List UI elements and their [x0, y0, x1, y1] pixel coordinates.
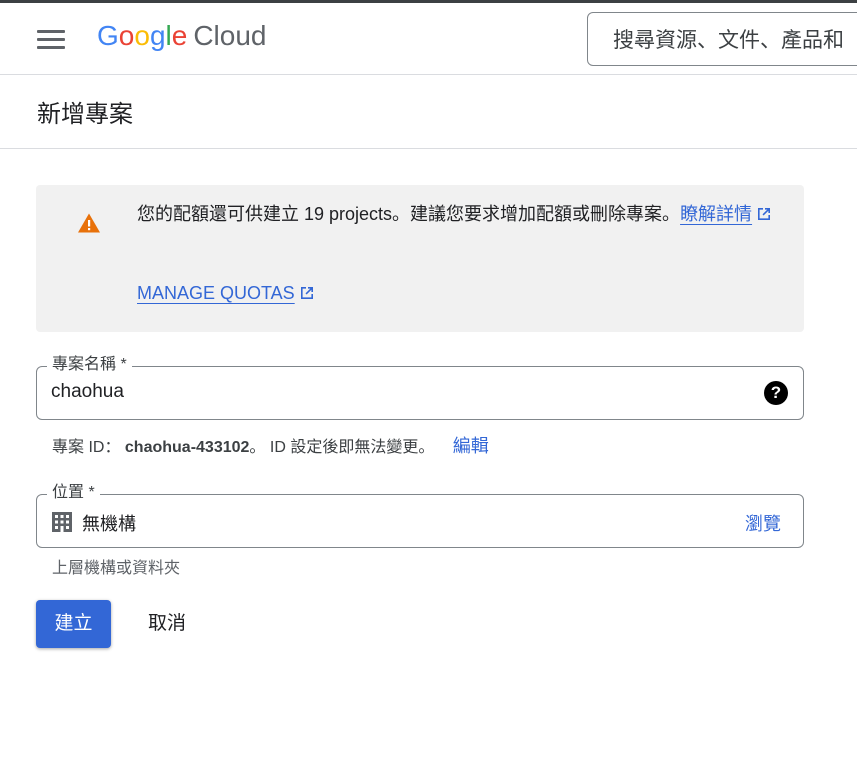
cancel-button[interactable]: 取消 — [128, 600, 206, 648]
search-input[interactable]: 搜尋資源、文件、產品和 — [587, 12, 857, 66]
learn-more-link[interactable]: 瞭解詳情 — [680, 204, 772, 224]
project-id-info: 專案 ID： chaohua-433102。 ID 設定後即無法變更。 編輯 — [52, 432, 489, 458]
quota-message: 您的配額還可供建立 19 projects。建議您要求增加配額或刪除專案。瞭解詳… — [137, 199, 777, 229]
location-label: 位置 * — [47, 483, 100, 503]
logo-letter: o — [134, 20, 150, 51]
edit-project-id-link[interactable]: 編輯 — [453, 436, 489, 456]
logo-letter: g — [149, 20, 166, 51]
google-wordmark: Google — [97, 20, 187, 52]
logo-letter: G — [97, 20, 119, 51]
top-header: Google Cloud 搜尋資源、文件、產品和 — [0, 3, 857, 75]
location-value: 無機構 — [82, 514, 136, 534]
project-id-value: chaohua-433102 — [124, 439, 250, 456]
hamburger-menu-icon[interactable] — [30, 23, 72, 55]
organization-icon — [52, 512, 72, 532]
browse-button[interactable]: 瀏覽 — [745, 510, 781, 536]
quota-warning-banner: 您的配額還可供建立 19 projects。建議您要求增加配額或刪除專案。瞭解詳… — [36, 185, 804, 332]
divider — [0, 148, 857, 149]
google-cloud-logo[interactable]: Google Cloud — [97, 20, 267, 56]
manage-quotas-label: MANAGE QUOTAS — [137, 283, 295, 303]
location-hint: 上層機構或資料夾 — [52, 560, 181, 577]
external-link-icon — [758, 208, 771, 220]
logo-letter: o — [118, 20, 135, 51]
create-button[interactable]: 建立 — [36, 600, 111, 648]
help-icon[interactable]: ? — [764, 381, 788, 405]
manage-quotas-link[interactable]: MANAGE QUOTAS — [137, 283, 315, 304]
project-name-input[interactable] — [51, 381, 731, 403]
learn-more-label: 瞭解詳情 — [680, 204, 753, 224]
location-field[interactable]: 位置 * 無機構 瀏覽 — [36, 483, 804, 548]
project-name-field[interactable]: 專案名稱 * ? — [36, 355, 804, 420]
page-title: 新增專案 — [37, 101, 133, 128]
cloud-wordmark: Cloud — [193, 20, 267, 51]
quota-message-text: 您的配額還可供建立 19 projects。建議您要求增加配額或刪除專案。 — [137, 204, 681, 224]
external-link-icon — [300, 287, 313, 299]
warning-icon — [78, 213, 100, 233]
project-id-prefix: 專案 ID： — [52, 439, 121, 456]
project-name-label: 專案名稱 * — [47, 355, 132, 375]
logo-letter: e — [171, 20, 188, 51]
project-id-note: 。 ID 設定後即無法變更。 — [249, 439, 435, 456]
